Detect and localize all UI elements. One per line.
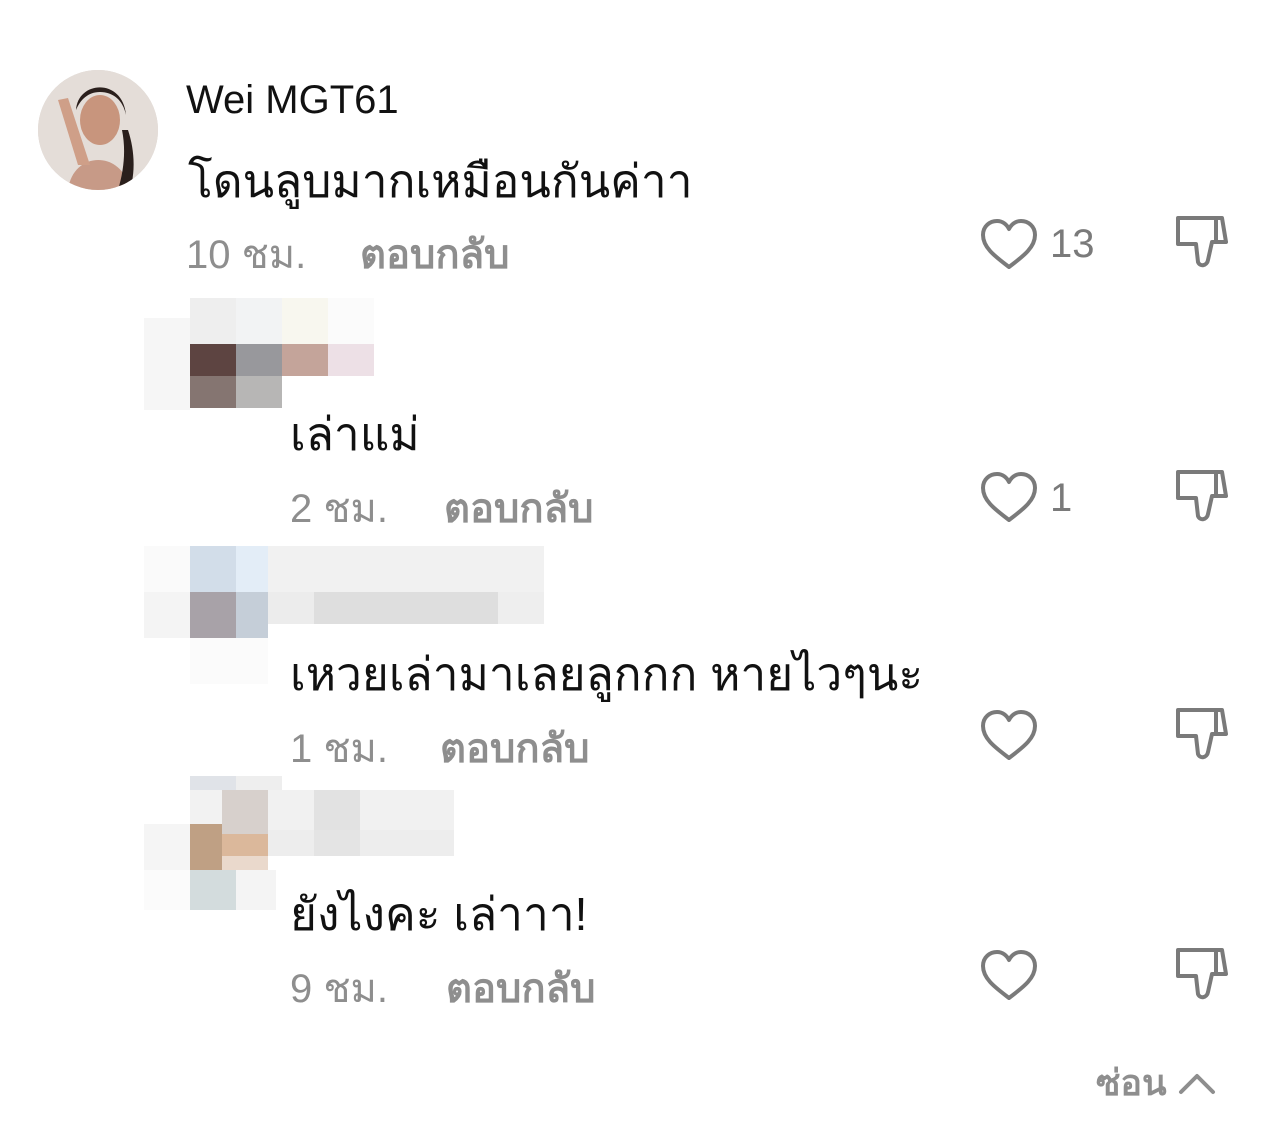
like-button[interactable] — [978, 708, 1040, 764]
like-button[interactable] — [978, 470, 1040, 526]
like-count: 13 — [1050, 222, 1095, 266]
like-button[interactable] — [978, 948, 1040, 1004]
thumbs-down-icon — [1176, 948, 1228, 1000]
reply-button[interactable]: ตอบกลับ — [440, 716, 590, 780]
chevron-up-icon — [1178, 1073, 1215, 1094]
heart-icon — [981, 472, 1037, 522]
reply-button[interactable]: ตอบกลับ — [446, 956, 596, 1020]
hide-replies-button[interactable]: ซ่อน — [1096, 1054, 1217, 1111]
dislike-button[interactable] — [1174, 212, 1232, 272]
heart-icon — [981, 219, 1037, 269]
dislike-button[interactable] — [1174, 944, 1232, 1004]
avatar-blurred[interactable] — [144, 298, 380, 410]
avatar-photo — [38, 70, 158, 190]
heart-icon — [981, 710, 1037, 760]
reply-timestamp: 9 ชม. — [290, 967, 388, 1011]
comment-timestamp: 10 ชม. — [186, 233, 307, 277]
reply-button[interactable]: ตอบกลับ — [360, 222, 510, 286]
thumbs-down-icon — [1176, 470, 1228, 522]
comment-username[interactable]: Wei MGT61 — [186, 78, 399, 123]
thumbs-down-icon — [1176, 216, 1228, 268]
reply-text: เล่าแม่ — [290, 408, 420, 460]
hide-replies-label: ซ่อน — [1096, 1062, 1167, 1103]
reply-text: เหวยเล่ามาเลยลูกกก หายไวๆนะ — [290, 648, 924, 700]
thumbs-down-icon — [1176, 708, 1228, 760]
heart-icon — [981, 950, 1037, 1000]
dislike-button[interactable] — [1174, 466, 1232, 526]
reply-timestamp: 1 ชม. — [290, 727, 388, 771]
comment-text: โดนลูบมากเหมือนกันค่าา — [188, 155, 693, 207]
reply-button[interactable]: ตอบกลับ — [444, 476, 594, 540]
reply-text: ยังไงคะ เล่าาา! — [290, 888, 588, 940]
reply-timestamp: 2 ชม. — [290, 487, 388, 531]
avatar[interactable] — [38, 70, 158, 190]
like-button[interactable] — [978, 217, 1040, 273]
dislike-button[interactable] — [1174, 704, 1232, 764]
like-count: 1 — [1050, 476, 1073, 520]
